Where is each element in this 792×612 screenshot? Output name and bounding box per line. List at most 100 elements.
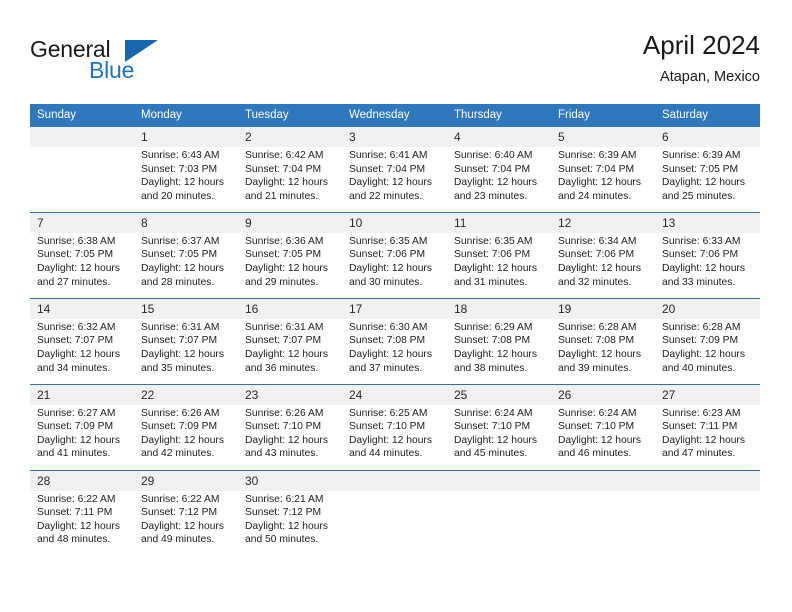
day-cell-info: Sunrise: 6:41 AM Sunset: 7:04 PM Dayligh… xyxy=(342,147,447,204)
day-cell-date[interactable]: 10 xyxy=(342,212,447,233)
week-2-date-row: 7 8 9 10 11 12 13 xyxy=(30,212,760,233)
sunset-text: Sunset: 7:10 PM xyxy=(558,421,635,433)
day-cell-date[interactable]: 2 xyxy=(238,127,342,147)
sunset-text: Sunset: 7:05 PM xyxy=(141,249,218,261)
daylight-text-line1: Daylight: 12 hours xyxy=(349,434,432,446)
daylight-text-line2: and 22 minutes. xyxy=(349,190,423,202)
day-cell-info: Sunrise: 6:42 AM Sunset: 7:04 PM Dayligh… xyxy=(238,147,342,204)
sunset-text: Sunset: 7:03 PM xyxy=(141,163,218,175)
day-cell-date[interactable]: 4 xyxy=(447,127,551,147)
day-cell-date[interactable]: 21 xyxy=(30,384,134,405)
day-cell-date[interactable] xyxy=(342,470,447,491)
day-cell-info: Sunrise: 6:25 AM Sunset: 7:10 PM Dayligh… xyxy=(342,404,447,461)
week-5-info-row: Sunrise: 6:22 AM Sunset: 7:11 PM Dayligh… xyxy=(30,490,760,547)
day-cell-date[interactable]: 23 xyxy=(238,384,342,405)
daylight-text-line2: and 49 minutes. xyxy=(141,534,215,546)
day-cell-date[interactable]: 6 xyxy=(655,127,760,147)
day-cell-date[interactable]: 1 xyxy=(134,127,238,147)
title-block: April 2024 Atapan, Mexico xyxy=(643,28,760,88)
sunset-text: Sunset: 7:10 PM xyxy=(349,421,426,433)
day-cell-date[interactable]: 25 xyxy=(447,384,551,405)
sunset-text: Sunset: 7:04 PM xyxy=(349,163,426,175)
sunrise-text: Sunrise: 6:26 AM xyxy=(245,407,324,419)
daylight-text-line2: and 30 minutes. xyxy=(349,276,423,288)
daylight-text-line1: Daylight: 12 hours xyxy=(662,434,745,446)
day-cell-info: Sunrise: 6:22 AM Sunset: 7:12 PM Dayligh… xyxy=(134,490,238,547)
day-cell-date[interactable]: 9 xyxy=(238,212,342,233)
day-cell-info: Sunrise: 6:43 AM Sunset: 7:03 PM Dayligh… xyxy=(134,147,238,204)
sunrise-text: Sunrise: 6:27 AM xyxy=(37,407,116,419)
day-cell-date[interactable]: 12 xyxy=(551,212,655,233)
day-cell-date[interactable]: 24 xyxy=(342,384,447,405)
day-cell-date[interactable]: 11 xyxy=(447,212,551,233)
daylight-text-line1: Daylight: 12 hours xyxy=(245,434,328,446)
daylight-text-line1: Daylight: 12 hours xyxy=(37,263,120,275)
day-cell-date[interactable]: 3 xyxy=(342,127,447,147)
day-cell-date[interactable]: 7 xyxy=(30,212,134,233)
daylight-text-line2: and 44 minutes. xyxy=(349,448,423,460)
sunrise-text: Sunrise: 6:38 AM xyxy=(37,235,116,247)
daylight-text-line1: Daylight: 12 hours xyxy=(349,348,432,360)
day-cell-info: Sunrise: 6:22 AM Sunset: 7:11 PM Dayligh… xyxy=(30,490,134,547)
day-cell-date[interactable]: 17 xyxy=(342,298,447,319)
day-cell-info: Sunrise: 6:33 AM Sunset: 7:06 PM Dayligh… xyxy=(655,232,760,290)
weekday-header-row: Sunday Monday Tuesday Wednesday Thursday… xyxy=(30,104,760,127)
day-cell-date[interactable]: 8 xyxy=(134,212,238,233)
sunrise-text: Sunrise: 6:43 AM xyxy=(141,150,220,161)
sunrise-text: Sunrise: 6:39 AM xyxy=(558,150,637,161)
day-cell-info: Sunrise: 6:35 AM Sunset: 7:06 PM Dayligh… xyxy=(447,232,551,290)
day-cell-date[interactable]: 14 xyxy=(30,298,134,319)
daylight-text-line1: Daylight: 12 hours xyxy=(245,520,328,532)
daylight-text-line1: Daylight: 12 hours xyxy=(454,434,537,446)
sunrise-text: Sunrise: 6:28 AM xyxy=(662,321,741,333)
day-cell-date[interactable] xyxy=(551,470,655,491)
day-cell-date[interactable]: 26 xyxy=(551,384,655,405)
general-blue-logo: General Blue xyxy=(30,36,230,88)
day-cell-info: Sunrise: 6:39 AM Sunset: 7:05 PM Dayligh… xyxy=(655,147,760,204)
sunset-text: Sunset: 7:08 PM xyxy=(454,335,531,347)
sunrise-text: Sunrise: 6:30 AM xyxy=(349,321,428,333)
daylight-text-line1: Daylight: 12 hours xyxy=(141,177,224,189)
day-cell-date[interactable]: 19 xyxy=(551,298,655,319)
day-cell-date[interactable]: 22 xyxy=(134,384,238,405)
daylight-text-line2: and 35 minutes. xyxy=(141,362,215,374)
sunrise-text: Sunrise: 6:39 AM xyxy=(662,150,741,161)
daylight-text-line1: Daylight: 12 hours xyxy=(141,348,224,360)
day-cell-info xyxy=(447,490,551,547)
sunset-text: Sunset: 7:09 PM xyxy=(37,421,114,433)
sunset-text: Sunset: 7:08 PM xyxy=(349,335,426,347)
sunrise-text: Sunrise: 6:40 AM xyxy=(454,150,533,161)
day-cell-info: Sunrise: 6:31 AM Sunset: 7:07 PM Dayligh… xyxy=(134,318,238,376)
day-cell-date[interactable]: 13 xyxy=(655,212,760,233)
day-cell-date[interactable]: 28 xyxy=(30,470,134,491)
sunrise-text: Sunrise: 6:23 AM xyxy=(662,407,741,419)
day-cell-date[interactable]: 18 xyxy=(447,298,551,319)
sunset-text: Sunset: 7:05 PM xyxy=(37,249,114,261)
daylight-text-line2: and 28 minutes. xyxy=(141,276,215,288)
day-cell-date[interactable]: 5 xyxy=(551,127,655,147)
week-4-info-row: Sunrise: 6:27 AM Sunset: 7:09 PM Dayligh… xyxy=(30,404,760,461)
weekday-header-thursday: Thursday xyxy=(447,104,551,127)
daylight-text-line1: Daylight: 12 hours xyxy=(558,434,641,446)
day-cell-date[interactable]: 20 xyxy=(655,298,760,319)
day-cell-info: Sunrise: 6:24 AM Sunset: 7:10 PM Dayligh… xyxy=(447,404,551,461)
day-cell-date[interactable] xyxy=(447,470,551,491)
sunset-text: Sunset: 7:06 PM xyxy=(349,249,426,261)
sunset-text: Sunset: 7:04 PM xyxy=(454,163,531,175)
sunset-text: Sunset: 7:10 PM xyxy=(245,421,322,433)
daylight-text-line2: and 27 minutes. xyxy=(37,276,111,288)
day-cell-date[interactable]: 15 xyxy=(134,298,238,319)
day-cell-date[interactable]: 30 xyxy=(238,470,342,491)
day-cell-date[interactable]: 16 xyxy=(238,298,342,319)
day-cell-date[interactable] xyxy=(30,127,134,147)
sunrise-text: Sunrise: 6:35 AM xyxy=(454,235,533,247)
day-cell-date[interactable]: 27 xyxy=(655,384,760,405)
daylight-text-line2: and 42 minutes. xyxy=(141,448,215,460)
day-cell-info: Sunrise: 6:28 AM Sunset: 7:09 PM Dayligh… xyxy=(655,318,760,376)
daylight-text-line2: and 25 minutes. xyxy=(662,190,736,202)
sunset-text: Sunset: 7:07 PM xyxy=(37,335,114,347)
daylight-text-line2: and 36 minutes. xyxy=(245,362,319,374)
day-cell-date[interactable]: 29 xyxy=(134,470,238,491)
sunrise-text: Sunrise: 6:33 AM xyxy=(662,235,741,247)
day-cell-date[interactable] xyxy=(655,470,760,491)
